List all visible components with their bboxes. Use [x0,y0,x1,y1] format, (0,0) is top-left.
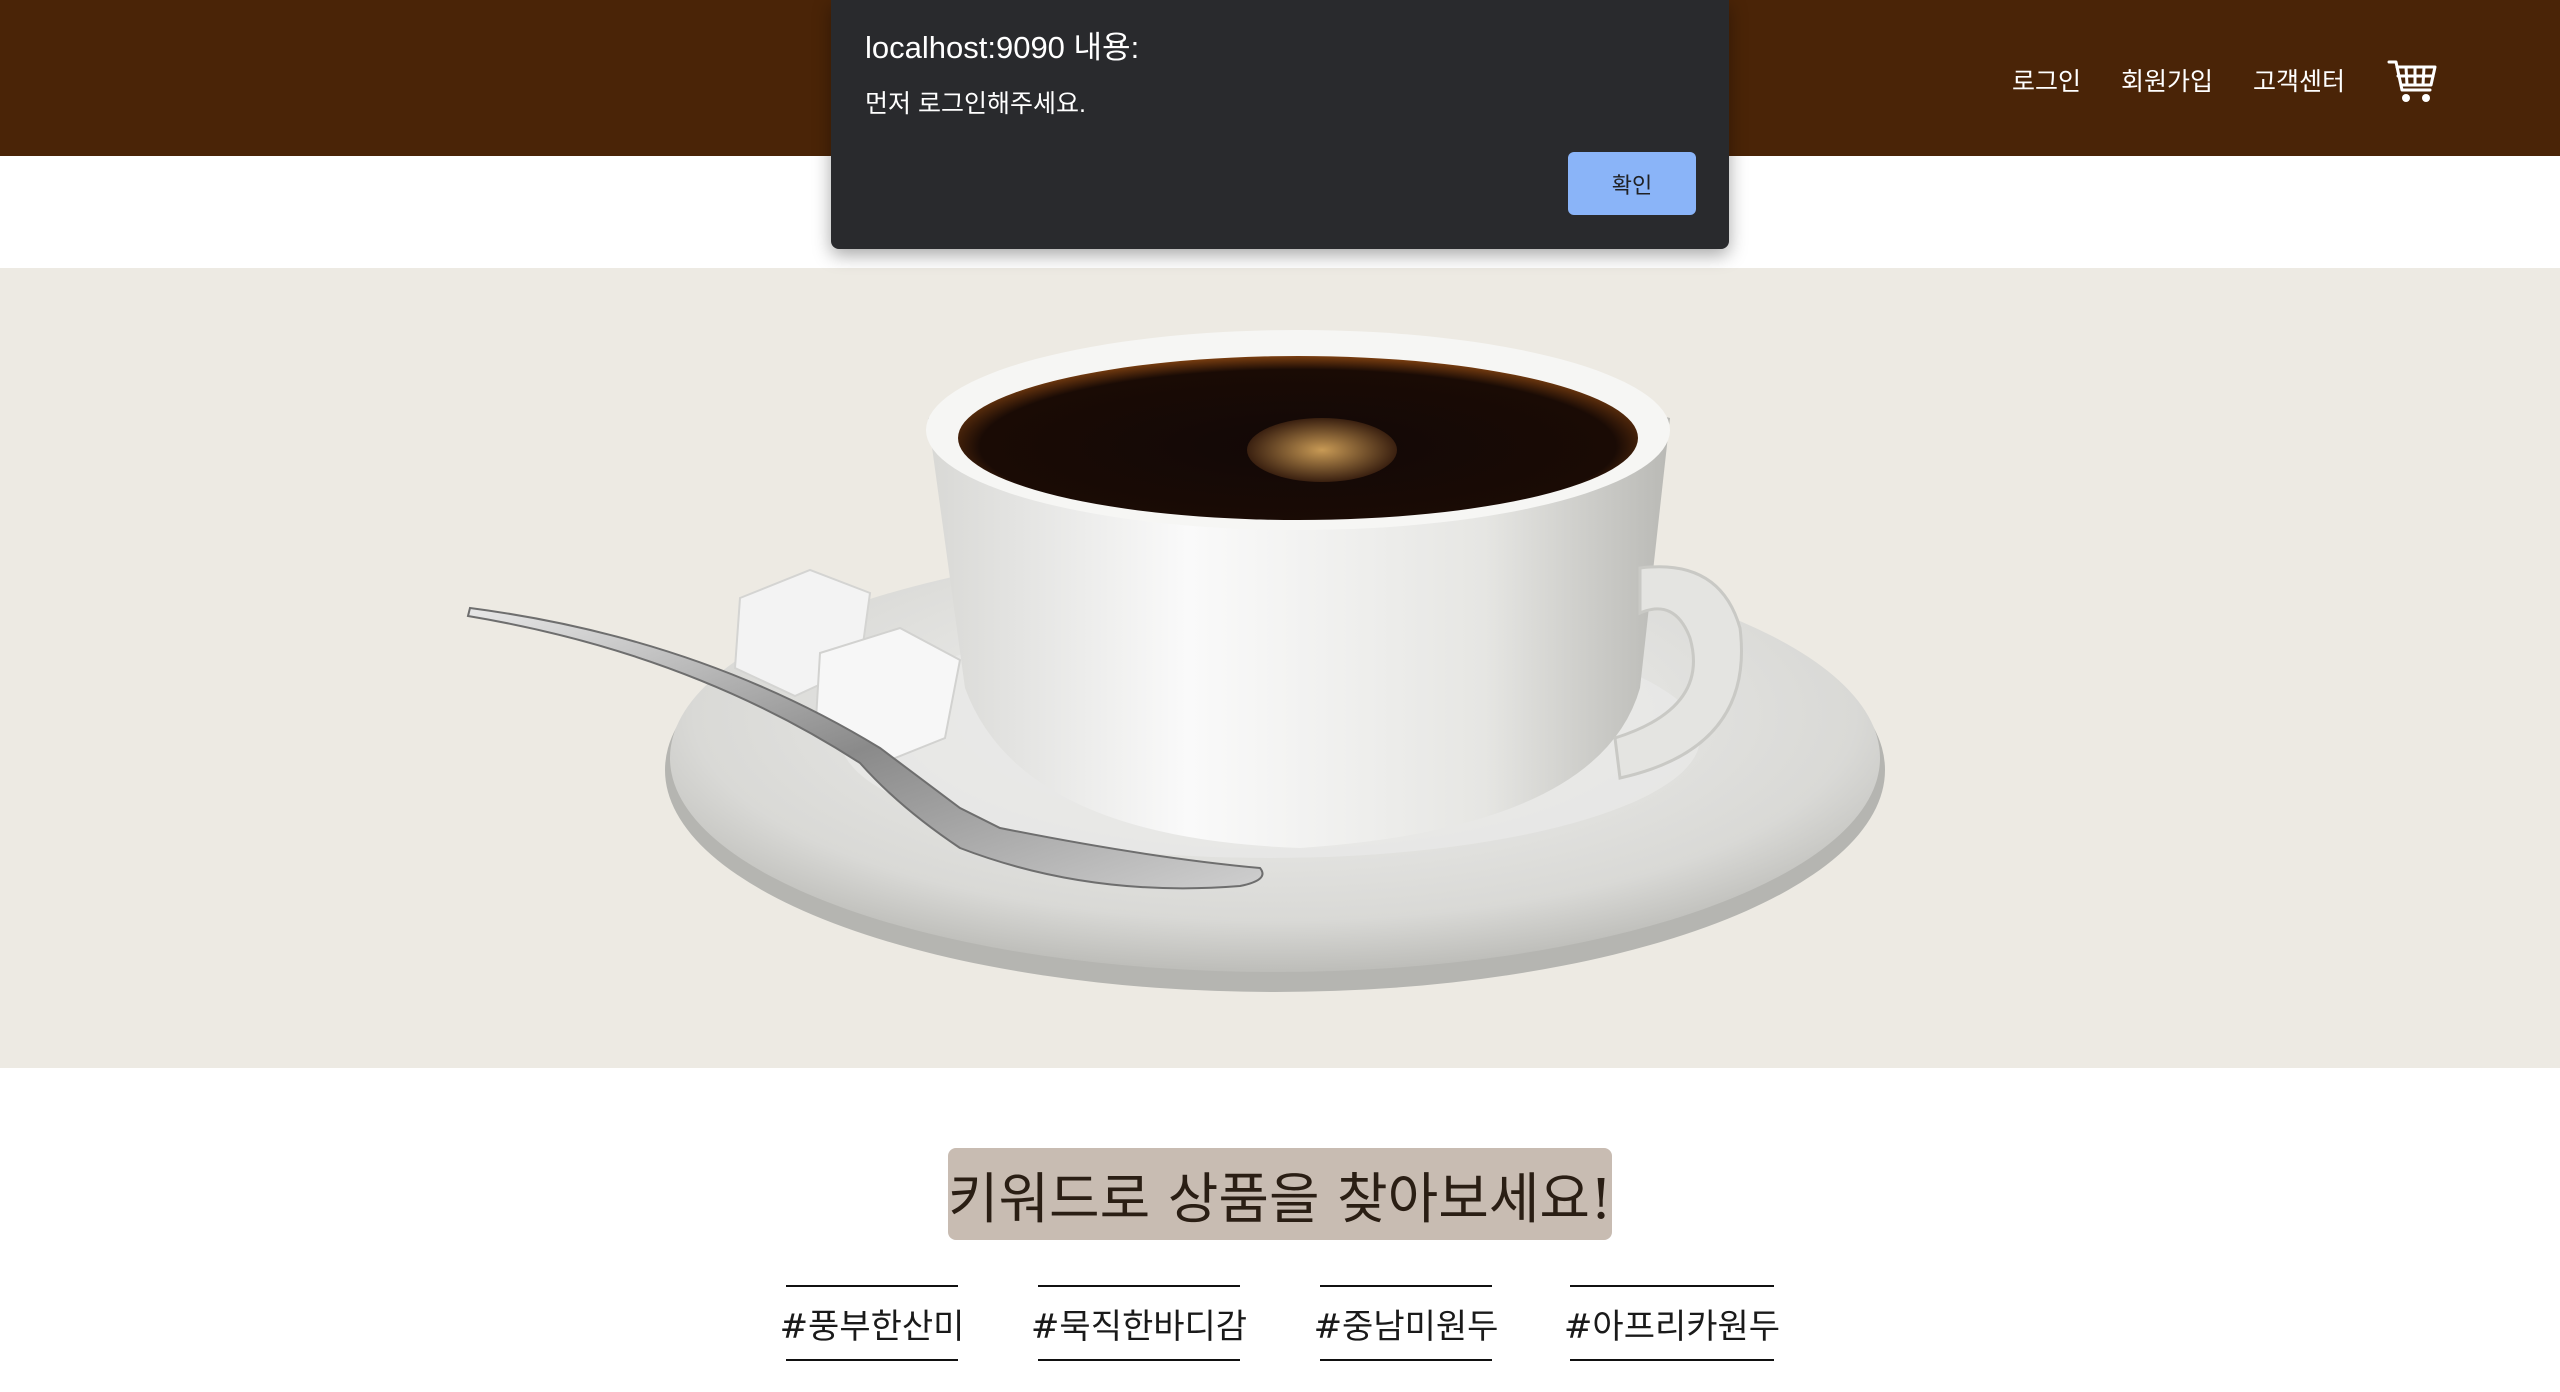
keyword-tag-heavy-body[interactable]: #묵직한바디감 [1031,1285,1247,1361]
shopping-cart-icon[interactable] [2386,56,2438,108]
coffee-cup-image [466,330,1885,992]
keyword-tag-latin-america-beans[interactable]: #중남미원두 [1314,1285,1498,1361]
hero-banner [0,268,2560,1068]
dialog-ok-button[interactable]: 확인 [1568,152,1696,215]
dialog-title: localhost:9090 내용: [865,30,1140,65]
keyword-search-title: 키워드로 상품을 찾아보세요! [948,1148,1612,1240]
dialog-message: 먼저 로그인해주세요. [865,90,1086,118]
nav-customer-center-link[interactable]: 고객센터 [2253,62,2345,98]
nav-signup-link[interactable]: 회원가입 [2121,62,2213,98]
nav-login-link[interactable]: 로그인 [2012,62,2081,98]
keyword-tag-africa-beans[interactable]: #아프리카원두 [1564,1285,1780,1361]
header-nav: 로그인 회원가입 고객센터 [2012,62,2385,98]
alert-dialog: localhost:9090 내용: 먼저 로그인해주세요. 확인 [831,0,1729,249]
keyword-tag-rich-acidity[interactable]: #풍부한산미 [780,1285,964,1361]
